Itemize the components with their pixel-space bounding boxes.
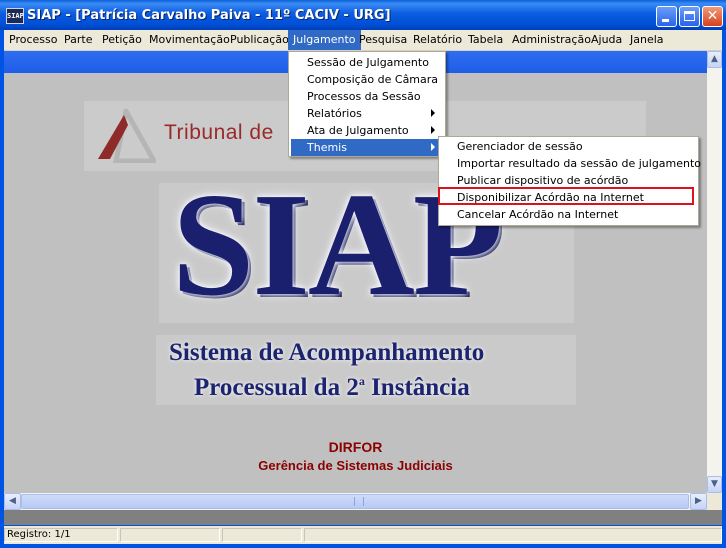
menu-item-composicao-camara[interactable]: Composição de Câmara bbox=[291, 71, 441, 88]
menu-administracao[interactable]: Administração bbox=[507, 30, 596, 50]
menu-item-themis[interactable]: Themis bbox=[291, 139, 441, 156]
submenu-arrow-icon bbox=[431, 143, 435, 151]
subtitle-line-1: Sistema de Acompanhamento bbox=[169, 339, 485, 366]
app-icon[interactable]: SIAP bbox=[6, 8, 24, 24]
maximize-icon bbox=[684, 11, 695, 21]
menu-item-relatorios-label: Relatórios bbox=[307, 107, 362, 120]
minimize-icon bbox=[662, 19, 669, 22]
menu-julgamento[interactable]: Julgamento bbox=[288, 30, 361, 50]
scroll-grip-icon bbox=[354, 497, 364, 506]
highlight-annotation-box bbox=[438, 187, 694, 205]
submenu-arrow-icon bbox=[431, 126, 435, 134]
menu-item-processos-sessao[interactable]: Processos da Sessão bbox=[291, 88, 441, 105]
status-bar: Registro: 1/1 bbox=[4, 526, 722, 544]
menu-item-relatorios[interactable]: Relatórios bbox=[291, 105, 441, 122]
julgamento-menu: Sessão de Julgamento Composição de Câmar… bbox=[288, 51, 446, 157]
status-panel-2 bbox=[120, 528, 220, 542]
subtitle-line-2-main: Processual da 2 bbox=[194, 374, 359, 401]
horizontal-scrollbar[interactable]: ◀ ▶ bbox=[4, 493, 707, 510]
menu-parte[interactable]: Parte bbox=[59, 30, 97, 50]
subtitle-line-2: Processual da 2a Instância bbox=[194, 374, 470, 402]
menu-peticao[interactable]: Petição bbox=[97, 30, 147, 50]
menu-item-themis-label: Themis bbox=[307, 141, 347, 154]
scroll-up-button[interactable]: ▲ bbox=[707, 51, 722, 68]
menu-item-ata-julgamento[interactable]: Ata de Julgamento bbox=[291, 122, 441, 139]
menu-item-cancelar-acordao[interactable]: Cancelar Acórdão na Internet bbox=[441, 206, 694, 223]
close-button[interactable]: ✕ bbox=[702, 6, 723, 27]
scrollbar-corner bbox=[707, 493, 722, 510]
tribunal-logo-icon bbox=[98, 109, 156, 163]
tribunal-name-left: Tribunal de bbox=[164, 121, 274, 144]
menu-bar: Processo Parte Petição Movimentação Publ… bbox=[4, 30, 722, 51]
status-registro: Registro: 1/1 bbox=[4, 528, 118, 542]
status-panel-3 bbox=[222, 528, 302, 542]
menu-ajuda[interactable]: Ajuda bbox=[586, 30, 627, 50]
scroll-left-button[interactable]: ◀ bbox=[4, 493, 21, 510]
window-title: SIAP - [Patrícia Carvalho Paiva - 11º CA… bbox=[27, 8, 391, 23]
menu-tabela[interactable]: Tabela bbox=[463, 30, 508, 50]
menu-relatorio[interactable]: Relatório bbox=[408, 30, 467, 50]
menu-item-sessao-julgamento[interactable]: Sessão de Julgamento bbox=[291, 54, 441, 71]
scroll-right-button[interactable]: ▶ bbox=[690, 493, 707, 510]
menu-item-ata-label: Ata de Julgamento bbox=[307, 124, 409, 137]
subtitle-line-2-end: Instância bbox=[364, 374, 470, 401]
menu-publicacao[interactable]: Publicação bbox=[225, 30, 294, 50]
menu-item-gerenciador-sessao[interactable]: Gerenciador de sessão bbox=[441, 138, 694, 155]
department-label: DIRFOR bbox=[328, 439, 383, 455]
themis-submenu: Gerenciador de sessão Importar resultado… bbox=[438, 136, 701, 226]
horizontal-scroll-thumb[interactable] bbox=[21, 494, 689, 509]
minimize-button[interactable] bbox=[656, 6, 677, 27]
close-icon: ✕ bbox=[706, 8, 719, 24]
maximize-button[interactable] bbox=[679, 6, 700, 27]
menu-movimentacao[interactable]: Movimentação bbox=[144, 30, 235, 50]
menu-processo[interactable]: Processo bbox=[4, 30, 62, 50]
menu-pesquisa[interactable]: Pesquisa bbox=[354, 30, 412, 50]
title-bar[interactable]: SIAP SIAP - [Patrícia Carvalho Paiva - 1… bbox=[0, 0, 726, 30]
menu-item-importar-resultado[interactable]: Importar resultado da sessão de julgamen… bbox=[441, 155, 701, 172]
app-window: SIAP SIAP - [Patrícia Carvalho Paiva - 1… bbox=[0, 0, 726, 548]
menu-janela[interactable]: Janela bbox=[625, 30, 669, 50]
scroll-down-button[interactable]: ▼ bbox=[707, 476, 722, 493]
division-label: Gerência de Sistemas Judiciais bbox=[258, 458, 453, 473]
submenu-arrow-icon bbox=[431, 109, 435, 117]
vertical-scrollbar[interactable]: ▲ ▼ bbox=[707, 51, 722, 493]
status-panel-4 bbox=[304, 528, 722, 542]
